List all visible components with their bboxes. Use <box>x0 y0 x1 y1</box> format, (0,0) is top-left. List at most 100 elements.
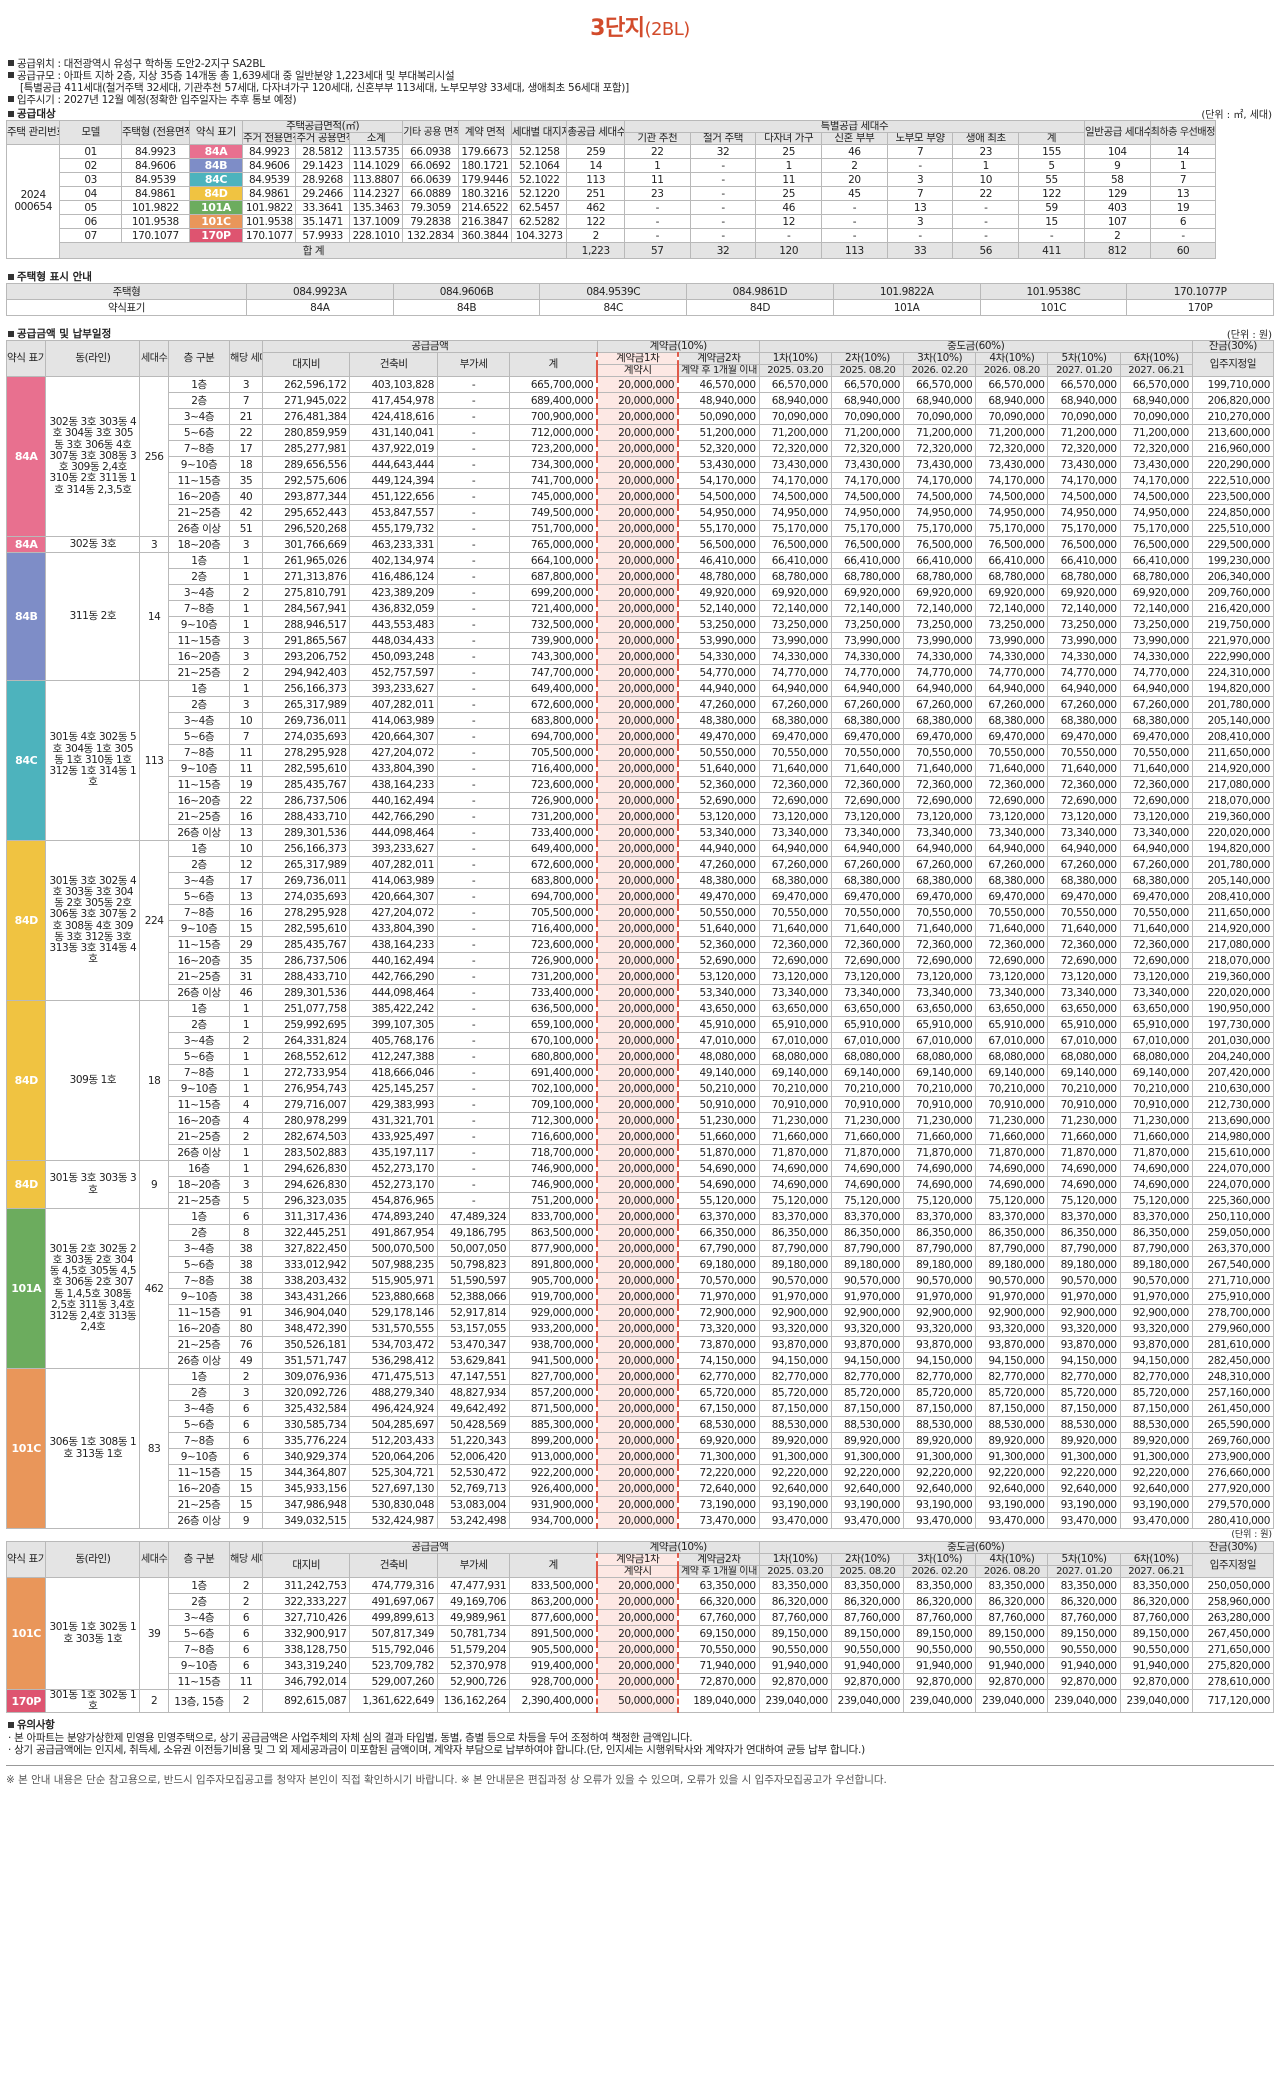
floor-count: 2 <box>229 1593 263 1610</box>
total-price: 871,500,000 <box>509 1400 598 1417</box>
middle-payment: 68,380,000 <box>758 712 832 729</box>
deposit1: 20,000,000 <box>596 1144 680 1161</box>
table-row: 21~25층 31 288,433,710 442,766,290-731,200,0… <box>7 968 1275 985</box>
middle-payment: 66,410,000 <box>758 552 832 569</box>
table-row: 5~6층 6 330,585,734 504,285,697 50,428,569 885… <box>7 1416 1275 1433</box>
table-cell: - <box>886 158 954 173</box>
vat: - <box>436 1064 511 1081</box>
middle-payment: 70,550,000 <box>975 904 1049 921</box>
vat: 52,769,713 <box>436 1480 511 1497</box>
table-cell: 52.1064 <box>511 158 568 173</box>
middle-payment: 75,120,000 <box>1047 1192 1121 1209</box>
middle-payment: 74,770,000 <box>830 664 905 681</box>
total-price: 705,500,000 <box>509 744 598 761</box>
table-row: 9~10층 1 276,954,743 425,145,257-702,100,000… <box>7 1080 1275 1097</box>
land-price: 269,736,011 <box>261 872 351 889</box>
vat: - <box>436 936 511 953</box>
table-cell: 05 <box>59 200 122 215</box>
table-cell: - <box>952 228 1020 243</box>
deposit2: 49,470,000 <box>677 888 760 905</box>
table-cell: 12 <box>755 214 823 229</box>
middle-payment: 66,570,000 <box>1047 376 1121 393</box>
middle-payment: 88,530,000 <box>1119 1416 1193 1433</box>
floor-count: 12 <box>229 856 263 873</box>
table-cell: - <box>1018 228 1085 243</box>
middle-payment: 69,140,000 <box>975 1064 1049 1081</box>
middle-payment: 72,690,000 <box>1119 792 1193 809</box>
land-price: 284,567,941 <box>261 600 351 617</box>
middle-payment: 68,380,000 <box>903 872 977 889</box>
vat: 53,242,498 <box>436 1512 511 1529</box>
table-cell: 216.3847 <box>457 214 513 229</box>
middle-payment: 85,720,000 <box>830 1384 905 1401</box>
col-deposit2: 계약금2차 <box>677 1553 760 1566</box>
balance: 267,540,000 <box>1191 1256 1275 1273</box>
col-date-d2: 2025. 08.20 <box>830 364 905 377</box>
deposit1: 20,000,000 <box>596 1224 680 1241</box>
total-price: 712,300,000 <box>509 1112 598 1129</box>
deposit1: 20,000,000 <box>596 632 680 649</box>
unit-count: 462 <box>139 1208 169 1369</box>
total-price: 899,200,000 <box>509 1432 598 1449</box>
middle-payment: 72,690,000 <box>830 952 905 969</box>
table-cell: 04 <box>59 186 122 201</box>
middle-payment: 86,350,000 <box>975 1224 1049 1241</box>
floor-range: 26층 이상 <box>167 1144 231 1161</box>
floor-range: 7~8층 <box>167 1641 231 1658</box>
floor-range: 7~8층 <box>167 600 231 617</box>
total-price: 649,400,000 <box>509 840 598 857</box>
deposit1: 20,000,000 <box>596 824 680 841</box>
middle-payment: 86,350,000 <box>1119 1224 1193 1241</box>
table-cell: 84.9861 <box>120 186 190 201</box>
floor-count: 1 <box>229 552 263 569</box>
balance: 219,360,000 <box>1191 808 1275 825</box>
deposit2: 45,910,000 <box>677 1016 760 1033</box>
middle-payment: 89,920,000 <box>830 1432 905 1449</box>
middle-payment: 92,900,000 <box>1047 1304 1121 1321</box>
building-price: 534,703,472 <box>349 1336 438 1353</box>
deposit2: 53,250,000 <box>677 616 760 633</box>
table-cell: - <box>689 186 757 201</box>
floor-range: 16~20층 <box>167 648 231 665</box>
middle-payment: 75,170,000 <box>758 520 832 537</box>
middle-payment: 69,470,000 <box>830 888 905 905</box>
floor-range: 11~15층 <box>167 1096 231 1113</box>
middle-payment: 70,910,000 <box>758 1096 832 1113</box>
deposit1: 20,000,000 <box>596 1256 680 1273</box>
middle-payment: 92,220,000 <box>975 1464 1049 1481</box>
middle-payment: 74,690,000 <box>975 1176 1049 1193</box>
middle-payment: 68,780,000 <box>830 568 905 585</box>
middle-payment: 73,430,000 <box>1047 456 1121 473</box>
deposit2: 51,870,000 <box>677 1144 760 1161</box>
middle-payment: 73,990,000 <box>975 632 1049 649</box>
middle-payment: 72,690,000 <box>975 952 1049 969</box>
middle-payment: 67,260,000 <box>903 856 977 873</box>
land-price: 346,792,014 <box>261 1673 351 1690</box>
middle-payment: 89,150,000 <box>1047 1625 1121 1642</box>
balance: 201,780,000 <box>1191 856 1275 873</box>
building-price: 529,178,146 <box>349 1304 438 1321</box>
balance: 250,050,000 <box>1191 1577 1275 1594</box>
table-cell: 1 <box>623 158 691 173</box>
deposit1: 20,000,000 <box>596 1480 680 1497</box>
building-price: 496,424,924 <box>349 1400 438 1417</box>
middle-payment: 71,640,000 <box>1119 920 1193 937</box>
vat: 47,489,324 <box>436 1208 511 1225</box>
middle-payment: 71,660,000 <box>975 1128 1049 1145</box>
table-row: 3~4층 10 269,736,011 414,063,989-683,800,000… <box>7 712 1275 729</box>
table-row: 7~8층 38 338,203,432 515,905,971 51,590,597 90… <box>7 1272 1275 1289</box>
land-price: 279,716,007 <box>261 1096 351 1113</box>
table-cell: 7 <box>1149 172 1217 187</box>
total-price: 863,500,000 <box>509 1224 598 1241</box>
middle-payment: 239,040,000 <box>903 1688 977 1714</box>
middle-payment: 70,210,000 <box>1047 1080 1121 1097</box>
vat: - <box>436 456 511 473</box>
middle-payment: 92,220,000 <box>758 1464 832 1481</box>
vat: - <box>436 728 511 745</box>
floor-range: 21~25층 <box>167 1336 231 1353</box>
middle-payment: 74,690,000 <box>1119 1160 1193 1177</box>
floor-range: 16~20층 <box>167 1112 231 1129</box>
floor-count: 16 <box>229 808 263 825</box>
vat: - <box>436 1192 511 1209</box>
table-cell: 155 <box>1018 144 1085 159</box>
